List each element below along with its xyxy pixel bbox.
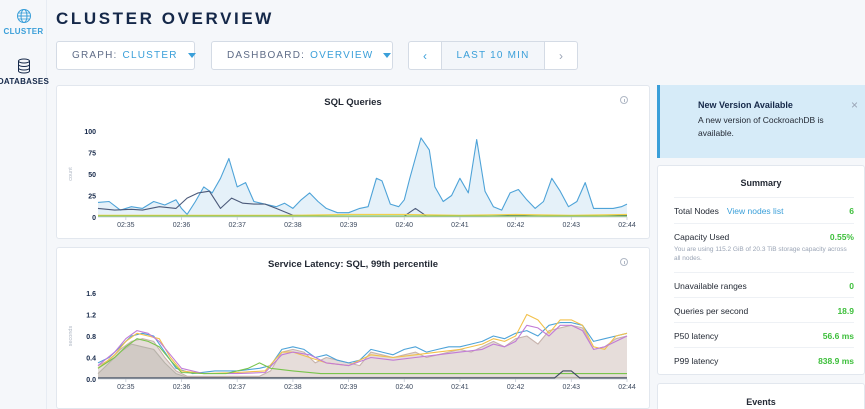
y-tick-label: 100	[84, 129, 96, 136]
time-range-selector: ‹ LAST 10 MIN ›	[408, 41, 578, 70]
time-next-button[interactable]: ›	[545, 42, 577, 69]
graph-dropdown-value: CLUSTER	[122, 50, 178, 61]
sidebar-item-label: CLUSTER	[3, 27, 44, 36]
summary-value: 6	[849, 206, 854, 216]
service-latency-plot: 1.6 1.2 0.8 0.4 0.0 seconds 02:35 02:36 02:37 02:…	[68, 291, 636, 391]
y-tick-label: 50	[88, 172, 96, 179]
y-axis-label: count	[68, 167, 74, 181]
capacity-note: You are using 115.2 GiB of 20.3 TiB stor…	[674, 246, 847, 262]
sql-queries-chart: 100 75 50 25 0 count 02:35 02:36 02:37 02:38 02:39…	[56, 85, 650, 239]
sidebar: CLUSTER DATABASES	[0, 0, 50, 409]
series-area	[98, 137, 627, 217]
page-title: CLUSTER OVERVIEW	[56, 9, 274, 28]
alert-text: A new version of CockroachDB is availabl…	[698, 115, 824, 138]
new-version-alert: New Version Available A new version of C…	[657, 85, 865, 158]
x-tick-label: 02:40	[395, 384, 413, 391]
view-nodes-link[interactable]: View nodes list	[727, 206, 784, 216]
x-tick-label: 02:43	[563, 222, 581, 229]
summary-value: 0	[849, 281, 854, 291]
y-axis-label: seconds	[68, 326, 74, 347]
x-tick-label: 02:37	[228, 384, 246, 391]
x-tick-label: 02:36	[173, 222, 191, 229]
summary-label: P50 latency	[674, 331, 719, 341]
graph-dropdown-label: GRAPH:	[72, 50, 118, 61]
x-tick-label: 02:41	[451, 222, 469, 229]
chevron-right-icon: ›	[559, 48, 563, 63]
summary-panel: Summary Total Nodes View nodes list 6 Cap…	[657, 165, 865, 375]
y-tick-label: 25	[88, 194, 96, 201]
summary-value: 0.55%	[829, 232, 854, 242]
alert-title: New Version Available	[698, 100, 793, 110]
info-icon[interactable]	[620, 258, 628, 266]
y-tick-label: 1.2	[86, 313, 96, 320]
summary-row-p50: P50 latency 56.6 ms	[674, 322, 854, 347]
dashboard-dropdown[interactable]: DASHBOARD: OVERVIEW	[211, 41, 393, 70]
graph-dropdown[interactable]: GRAPH: CLUSTER	[56, 41, 196, 70]
dashboard-dropdown-value: OVERVIEW	[310, 50, 374, 61]
summary-row-p99: P99 latency 838.9 ms	[674, 347, 854, 372]
summary-row-qps: Queries per second 18.9	[674, 297, 854, 322]
x-tick-label: 02:35	[117, 222, 135, 229]
x-tick-label: 02:44	[618, 222, 636, 229]
summary-row-unavailable-ranges: Unavailable ranges 0	[674, 272, 854, 297]
service-latency-chart: 1.6 1.2 0.8 0.4 0.0 seconds 02:35 02:36 02:37 02:…	[56, 247, 650, 409]
events-title: Events	[746, 397, 776, 407]
x-tick-label: 02:37	[228, 222, 246, 229]
x-tick-label: 02:39	[340, 222, 358, 229]
events-panel: Events	[657, 383, 865, 409]
close-icon[interactable]: ×	[851, 98, 858, 112]
summary-label: Unavailable ranges	[674, 281, 747, 291]
y-tick-label: 0.8	[86, 334, 96, 341]
summary-row-total-nodes: Total Nodes View nodes list 6	[674, 197, 854, 223]
summary-label: P99 latency	[674, 356, 719, 366]
x-tick-label: 02:42	[507, 222, 525, 229]
summary-label: Queries per second	[674, 306, 749, 316]
x-tick-label: 02:39	[340, 384, 358, 391]
time-range-button[interactable]: LAST 10 MIN	[441, 42, 545, 69]
chart-title: SQL Queries	[324, 97, 382, 108]
x-tick-label: 02:38	[284, 222, 302, 229]
x-tick-label: 02:44	[618, 384, 636, 391]
time-prev-button[interactable]: ‹	[409, 42, 441, 69]
chart-title: Service Latency: SQL, 99th percentile	[267, 259, 438, 270]
x-tick-label: 02:35	[117, 384, 135, 391]
x-tick-label: 02:36	[173, 384, 191, 391]
y-tick-label: 75	[88, 151, 96, 158]
database-icon	[17, 58, 30, 74]
globe-icon	[16, 9, 31, 23]
y-tick-label: 0.0	[86, 377, 96, 384]
summary-value: 838.9 ms	[818, 356, 854, 366]
summary-label-text: Total Nodes	[674, 206, 719, 216]
info-icon[interactable]	[620, 96, 628, 104]
y-tick-label: 0	[92, 215, 96, 222]
x-tick-label: 02:42	[507, 384, 525, 391]
summary-value: 18.9	[837, 306, 854, 316]
x-tick-label: 02:38	[284, 384, 302, 391]
summary-label: Capacity Used	[674, 232, 730, 242]
series-area	[98, 325, 627, 379]
y-tick-label: 0.4	[86, 356, 96, 363]
sidebar-item-databases[interactable]: DATABASES	[0, 58, 50, 86]
summary-value: 56.6 ms	[822, 331, 854, 341]
summary-row-capacity: Capacity Used 0.55% You are using 115.2 …	[674, 223, 854, 275]
caret-down-icon	[187, 53, 196, 58]
x-tick-label: 02:41	[451, 384, 469, 391]
chevron-left-icon: ‹	[423, 48, 427, 63]
x-tick-label: 02:40	[395, 222, 413, 229]
summary-label: Total Nodes View nodes list	[674, 206, 783, 216]
sidebar-item-cluster[interactable]: CLUSTER	[0, 8, 47, 36]
x-tick-label: 02:43	[563, 384, 581, 391]
summary-title: Summary	[740, 178, 782, 188]
sql-queries-plot: 100 75 50 25 0 count 02:35 02:36 02:37 02:38 02:39…	[68, 129, 636, 229]
y-tick-label: 1.6	[86, 291, 96, 298]
sidebar-item-label: DATABASES	[0, 77, 50, 86]
dashboard-dropdown-label: DASHBOARD:	[227, 50, 306, 61]
caret-down-icon	[383, 53, 392, 58]
